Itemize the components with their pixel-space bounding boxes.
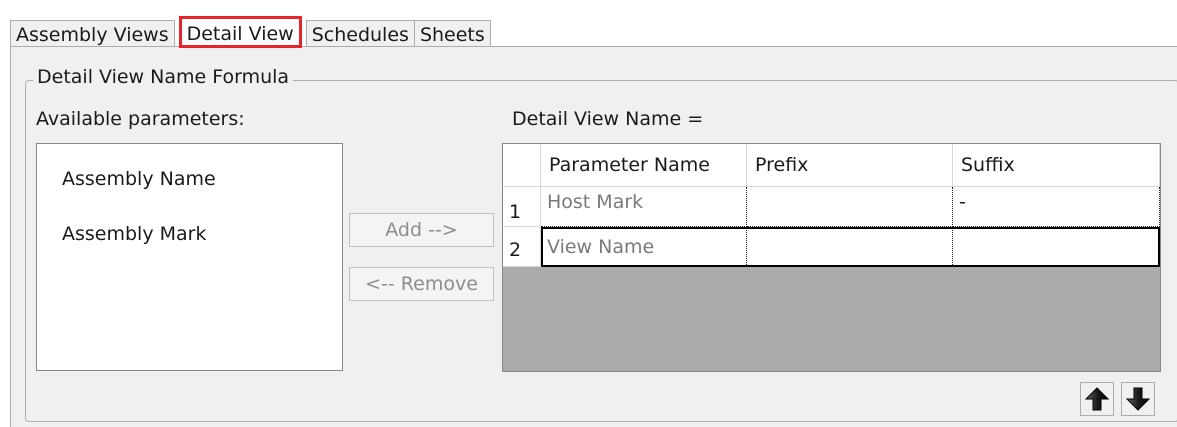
column-header-suffix[interactable]: Suffix (953, 144, 1160, 187)
cell-suffix[interactable]: - (953, 187, 1160, 227)
cell-parameter-name[interactable]: View Name (541, 227, 747, 267)
available-parameters-label: Available parameters: (36, 108, 245, 130)
move-up-button[interactable] (1080, 382, 1114, 416)
tab-detail-view[interactable]: Detail View (178, 16, 302, 48)
column-header-prefix[interactable]: Prefix (747, 144, 953, 187)
move-down-button[interactable] (1121, 382, 1155, 416)
grid-corner-header (503, 144, 541, 187)
available-parameters-list[interactable]: Assembly Name Assembly Mark (36, 143, 343, 371)
row-header-1[interactable]: 1 (503, 187, 541, 227)
tab-schedules[interactable]: Schedules (305, 20, 415, 48)
tab-panel-detail-view: Detail View Name Formula Available param… (10, 46, 1177, 427)
list-item-assembly-name[interactable]: Assembly Name (62, 168, 216, 190)
remove-button[interactable]: <-- Remove (349, 267, 494, 301)
row-header-2[interactable]: 2 (503, 227, 541, 267)
cell-suffix[interactable] (953, 227, 1160, 267)
tab-assembly-views[interactable]: Assembly Views (10, 20, 175, 48)
tab-bar: Assembly Views Detail View Schedules She… (10, 16, 491, 48)
cell-prefix[interactable] (747, 187, 953, 227)
cell-prefix[interactable] (747, 227, 953, 267)
add-button[interactable]: Add --> (349, 213, 494, 247)
groupbox-title: Detail View Name Formula (33, 66, 294, 88)
list-item-assembly-mark[interactable]: Assembly Mark (62, 223, 206, 245)
parameter-grid[interactable]: Parameter Name Prefix Suffix 1 Host Mark… (502, 143, 1161, 372)
tab-sheets[interactable]: Sheets (413, 20, 491, 48)
arrow-up-icon (1084, 387, 1110, 411)
detail-view-name-label: Detail View Name = (512, 108, 704, 130)
column-header-parameter-name[interactable]: Parameter Name (541, 144, 747, 187)
cell-parameter-name[interactable]: Host Mark (541, 187, 747, 227)
arrow-down-icon (1125, 387, 1151, 411)
